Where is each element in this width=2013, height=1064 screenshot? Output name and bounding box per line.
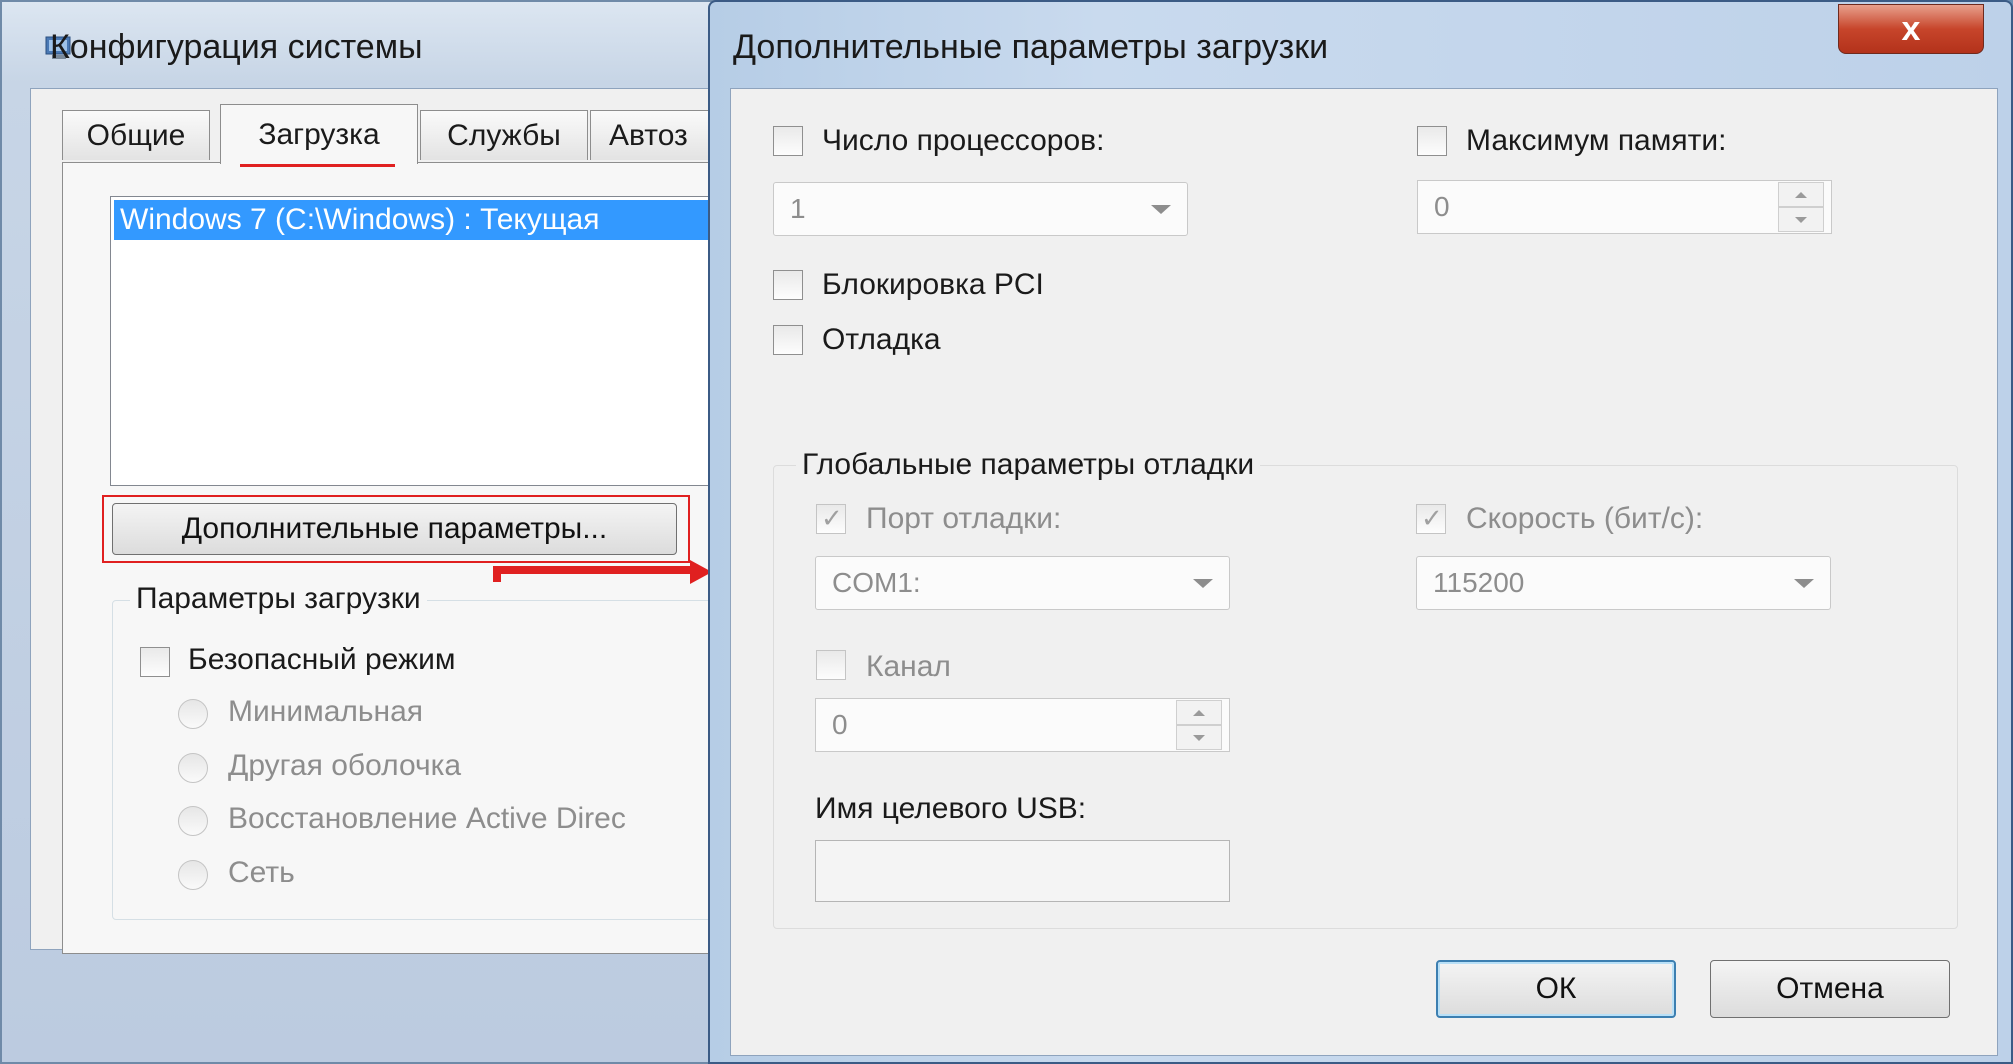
radio-ad-repair[interactable] — [178, 806, 208, 836]
num-processors-select[interactable]: 1 — [773, 182, 1188, 236]
debug-port-select[interactable]: COM1: — [815, 556, 1230, 610]
num-processors-checkbox[interactable] — [773, 126, 803, 156]
max-memory-up-button[interactable] — [1778, 182, 1824, 207]
debug-port-label: Порт отладки: — [866, 502, 1062, 535]
usb-target-field[interactable] — [815, 840, 1230, 902]
safe-mode-label: Безопасный режим — [188, 643, 456, 676]
num-processors-label: Число процессоров: — [822, 124, 1105, 157]
annotation-arrow-stem — [493, 566, 501, 582]
channel-down-button[interactable] — [1176, 725, 1222, 750]
num-processors-value: 1 — [790, 193, 806, 224]
annotation-arrow — [493, 566, 693, 574]
channel-checkbox[interactable] — [816, 650, 846, 680]
pci-lock-label: Блокировка PCI — [822, 268, 1044, 301]
tab-services[interactable]: Службы — [420, 110, 588, 160]
radio-minimal[interactable] — [178, 699, 208, 729]
usb-target-label: Имя целевого USB: — [815, 792, 1087, 825]
radio-alternate-shell-label: Другая оболочка — [228, 749, 462, 782]
arrow-up-icon — [1795, 191, 1807, 198]
channel-up-button[interactable] — [1176, 700, 1222, 725]
radio-network[interactable] — [178, 860, 208, 890]
checkmark-icon: ✓ — [1421, 503, 1443, 533]
boot-options-legend: Параметры загрузки — [130, 582, 427, 616]
tab-boot[interactable]: Загрузка — [220, 104, 418, 164]
chevron-down-icon — [1151, 205, 1171, 214]
cancel-button[interactable]: Отмена — [1710, 960, 1950, 1018]
close-icon: x — [1901, 9, 1921, 48]
max-memory-down-button[interactable] — [1778, 207, 1824, 232]
radio-network-label: Сеть — [228, 856, 295, 889]
arrow-up-icon — [1193, 709, 1205, 716]
max-memory-checkbox[interactable] — [1417, 126, 1447, 156]
max-memory-stepper[interactable]: 0 — [1417, 180, 1832, 234]
advanced-options-button[interactable]: Дополнительные параметры... — [112, 503, 677, 555]
baud-rate-checkbox[interactable]: ✓ — [1416, 503, 1446, 534]
radio-alternate-shell[interactable] — [178, 753, 208, 783]
baud-rate-value: 115200 — [1433, 567, 1525, 598]
baud-rate-select[interactable]: 115200 — [1416, 556, 1831, 610]
tab-general[interactable]: Общие — [62, 110, 210, 160]
debug-port-value: COM1: — [832, 567, 921, 598]
debug-label: Отладка — [822, 323, 941, 356]
pci-lock-checkbox[interactable] — [773, 270, 803, 300]
debug-settings-legend: Глобальные параметры отладки — [796, 448, 1261, 482]
safe-mode-checkbox[interactable] — [140, 647, 170, 677]
radio-ad-repair-label: Восстановление Active Direc — [228, 802, 626, 835]
arrow-down-icon — [1795, 216, 1807, 223]
ok-button[interactable]: ОК — [1436, 960, 1676, 1018]
channel-label: Канал — [866, 650, 951, 683]
radio-minimal-label: Минимальная — [228, 695, 424, 728]
dialog-title: Дополнительные параметры загрузки — [733, 28, 1329, 66]
max-memory-value: 0 — [1434, 191, 1450, 222]
checkmark-icon: ✓ — [821, 503, 843, 533]
channel-stepper[interactable]: 0 — [815, 698, 1230, 752]
window-title: Конфигурация системы — [50, 28, 423, 66]
channel-value: 0 — [832, 709, 848, 740]
close-button[interactable]: x — [1838, 4, 1984, 54]
debug-checkbox[interactable] — [773, 325, 803, 355]
debug-port-checkbox[interactable]: ✓ — [816, 503, 846, 534]
max-memory-label: Максимум памяти: — [1466, 124, 1727, 157]
arrow-down-icon — [1193, 734, 1205, 741]
chevron-down-icon — [1193, 579, 1213, 588]
baud-rate-label: Скорость (бит/с): — [1466, 502, 1704, 535]
chevron-down-icon — [1794, 579, 1814, 588]
